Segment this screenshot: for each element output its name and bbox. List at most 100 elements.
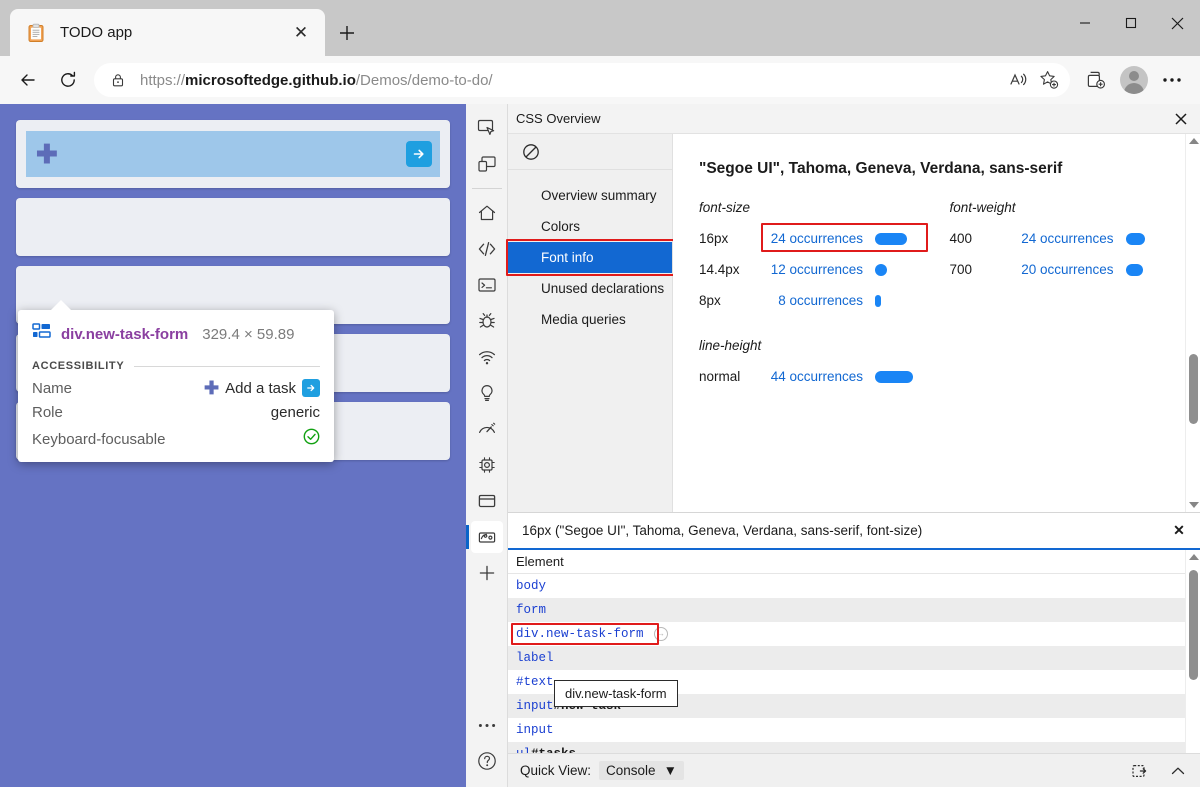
add-tool-button[interactable] <box>471 557 503 589</box>
clear-overview-icon[interactable] <box>520 141 542 163</box>
elements-icon[interactable] <box>471 233 503 265</box>
element-selector: input <box>516 699 554 713</box>
element-inspector-tooltip: div.new-task-form 329.4 × 59.89 ACCESSIB… <box>18 310 334 462</box>
performance-icon[interactable] <box>471 413 503 445</box>
font-size-row-14-4px: 14.4px 12 occurrences <box>699 262 950 277</box>
grid-layout-icon <box>32 322 51 346</box>
element-selector: label <box>516 651 554 665</box>
device-emulation-icon[interactable] <box>471 148 503 180</box>
font-size-occurrences[interactable]: 24 occurrences <box>763 231 863 246</box>
scrollbar-thumb[interactable] <box>1189 570 1198 680</box>
plus-icon: ✚ <box>36 141 58 167</box>
nav-item-media-queries[interactable]: Media queries <box>508 304 672 335</box>
nav-item-font-info[interactable]: Font info <box>508 242 672 273</box>
font-size-occurrences[interactable]: 12 occurrences <box>763 262 863 277</box>
scroll-up-arrow[interactable] <box>1186 550 1200 564</box>
a11y-value: ✚ Add a task <box>204 379 320 397</box>
font-size-row-8px: 8px 8 occurrences <box>699 293 950 308</box>
table-row[interactable]: input <box>508 718 1200 742</box>
nav-item-font-info-wrapper: Font info <box>508 242 672 273</box>
debugger-icon[interactable] <box>471 305 503 337</box>
line-height-label: line-height <box>699 338 1200 353</box>
close-devtools-button[interactable] <box>1168 106 1194 132</box>
status-bar-actions <box>1128 759 1190 783</box>
nav-item-overview-summary[interactable]: Overview summary <box>508 180 672 211</box>
font-info-columns: font-size 16px 24 occurrences 14.4px <box>699 200 1200 308</box>
dock-side-icon[interactable] <box>1128 759 1152 783</box>
font-info-content: "Segoe UI", Tahoma, Geneva, Verdana, san… <box>673 134 1200 512</box>
font-weight-row-400: 400 24 occurrences <box>950 231 1200 246</box>
a11y-row-name: Name ✚ Add a task <box>32 379 320 397</box>
check-circle-icon <box>303 428 320 450</box>
nav-item-unused-declarations[interactable]: Unused declarations <box>508 273 672 304</box>
divider <box>472 188 502 189</box>
font-weight-key: 700 <box>950 262 1014 277</box>
table-row-selected[interactable]: div.new-task-form → <box>508 622 1200 646</box>
scrollbar-thumb[interactable] <box>1189 354 1198 424</box>
more-options-icon[interactable] <box>1152 62 1192 98</box>
css-overview-toolbar <box>508 134 672 170</box>
elements-table-scrollbar[interactable] <box>1185 550 1200 787</box>
quick-view-select[interactable]: Console ▼ <box>599 761 684 780</box>
a11y-key: Keyboard-focusable <box>32 431 165 448</box>
maximize-button[interactable] <box>1108 0 1154 46</box>
submit-task-button[interactable] <box>406 141 432 167</box>
new-task-form[interactable]: ✚ <box>16 120 450 188</box>
application-icon[interactable] <box>471 485 503 517</box>
font-size-occurrences[interactable]: 8 occurrences <box>763 293 863 308</box>
close-icon[interactable]: ✕ <box>1168 520 1190 542</box>
a11y-key: Name <box>32 380 72 397</box>
font-size-key: 8px <box>699 293 763 308</box>
nav-item-colors[interactable]: Colors <box>508 211 672 242</box>
table-row[interactable]: form <box>508 598 1200 622</box>
row-hover-tooltip: div.new-task-form <box>554 680 678 707</box>
new-tab-button[interactable] <box>332 18 362 48</box>
devtools-main: CSS Overview <box>508 104 1200 787</box>
console-icon[interactable] <box>471 269 503 301</box>
task-item[interactable] <box>16 198 450 256</box>
more-tools-icon[interactable] <box>471 709 503 741</box>
element-selector: div.new-task-form <box>516 627 644 641</box>
tab-close-button[interactable]: ✕ <box>287 19 315 47</box>
close-window-button[interactable] <box>1154 0 1200 46</box>
inspect-element-icon[interactable] <box>471 112 503 144</box>
font-info-scrollbar[interactable] <box>1185 134 1200 512</box>
tab-title: TODO app <box>60 24 287 41</box>
table-row[interactable]: label <box>508 646 1200 670</box>
help-icon[interactable] <box>471 745 503 777</box>
breadcrumb: 16px ("Segoe UI", Tahoma, Geneva, Verdan… <box>508 513 1200 550</box>
scroll-up-arrow[interactable] <box>1186 134 1200 148</box>
network-icon[interactable] <box>471 341 503 373</box>
reveal-in-elements-icon[interactable]: → <box>654 627 668 641</box>
font-weight-column: font-weight 400 24 occurrences 700 20 oc… <box>950 200 1200 308</box>
home-icon[interactable] <box>471 197 503 229</box>
panel-title: CSS Overview <box>516 111 1168 126</box>
browser-titlebar: TODO app ✕ <box>0 0 1200 56</box>
back-button[interactable] <box>8 62 48 98</box>
read-aloud-icon[interactable] <box>1004 66 1034 94</box>
browser-tab[interactable]: TODO app ✕ <box>10 9 325 56</box>
line-height-row-normal: normal 44 occurrences <box>699 369 1200 384</box>
font-weight-label: font-weight <box>950 200 1200 215</box>
memory-icon[interactable] <box>471 449 503 481</box>
devtools-body: Overview summary Colors Font info Unused… <box>508 134 1200 787</box>
collections-icon[interactable] <box>1076 62 1116 98</box>
minimize-button[interactable] <box>1062 0 1108 46</box>
font-weight-occurrences[interactable]: 20 occurrences <box>1014 262 1114 277</box>
elements-table: Element body form div.new-task-form → <box>508 550 1200 787</box>
address-bar[interactable]: https://microsoftedge.github.io/Demos/de… <box>94 63 1070 97</box>
tooltip-selector: div.new-task-form <box>61 326 188 343</box>
scroll-down-arrow[interactable] <box>1186 498 1200 512</box>
activity-bar-footer <box>471 707 503 787</box>
expand-drawer-icon[interactable] <box>1166 759 1190 783</box>
a11y-value: generic <box>271 404 320 421</box>
line-height-occurrences[interactable]: 44 occurrences <box>763 369 863 384</box>
reload-button[interactable] <box>48 62 88 98</box>
tooltip-header: div.new-task-form 329.4 × 59.89 <box>32 322 320 346</box>
font-weight-occurrences[interactable]: 24 occurrences <box>1014 231 1114 246</box>
css-overview-icon[interactable] <box>471 521 503 553</box>
issues-icon[interactable] <box>471 377 503 409</box>
profile-avatar[interactable] <box>1120 66 1148 94</box>
table-row[interactable]: body <box>508 574 1200 598</box>
add-favorite-icon[interactable] <box>1034 66 1064 94</box>
